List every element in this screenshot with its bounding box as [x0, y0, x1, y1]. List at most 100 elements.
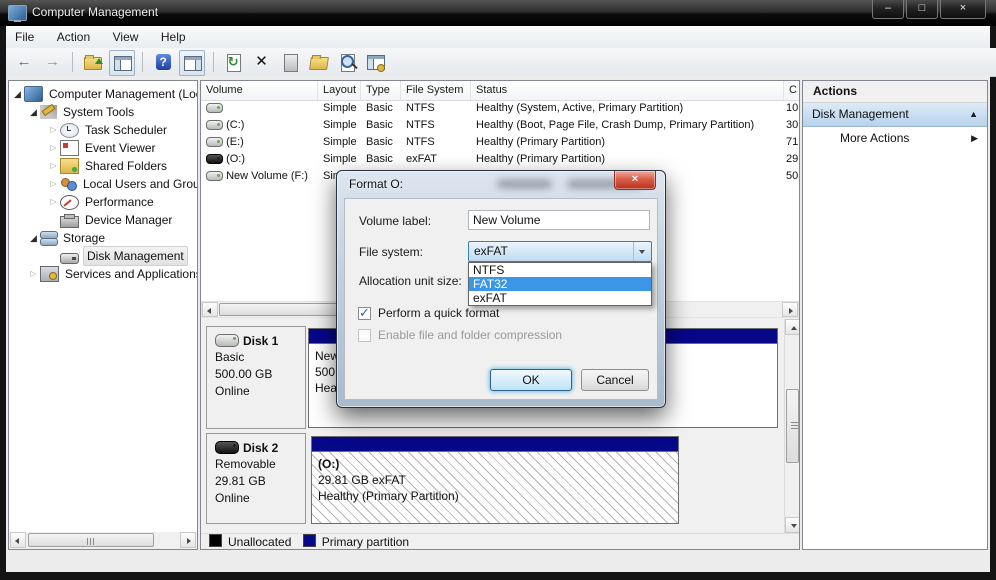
tree-item-performance[interactable]: ▷ Performance — [9, 193, 197, 211]
tree-item-shared-folders[interactable]: ▷ Shared Folders — [9, 157, 197, 175]
quick-format-checkbox-row[interactable]: ✓ Perform a quick format — [358, 305, 500, 320]
properties-button[interactable] — [278, 50, 302, 74]
menu-help[interactable]: Help — [152, 26, 195, 48]
collapse-icon[interactable]: ▲ — [969, 103, 978, 126]
volume-name: (O:) — [226, 153, 246, 165]
scroll-thumb[interactable] — [28, 533, 154, 547]
tree-expander-icon[interactable]: ▷ — [47, 175, 60, 193]
dropdown-option-fat32[interactable]: FAT32 — [469, 277, 651, 291]
tree-expander-icon[interactable]: ◢ — [11, 85, 24, 103]
volume-row[interactable]: (O:) Simple Basic exFAT Healthy (Primary… — [201, 151, 799, 168]
column-header-filesystem[interactable]: File System — [401, 81, 471, 100]
grip-icon — [791, 422, 798, 431]
refresh-button[interactable]: ↻ — [221, 50, 245, 74]
maximize-button[interactable]: □ — [906, 0, 938, 19]
submenu-arrow-icon: ▶ — [971, 133, 978, 143]
dialog-close-button[interactable]: × — [614, 171, 656, 190]
volume-status: Healthy (Boot, Page File, Crash Dump, Pr… — [476, 119, 755, 131]
help-button[interactable]: ? — [151, 50, 175, 74]
tree-expander-icon[interactable]: ▷ — [27, 265, 40, 283]
volume-capacity: 10 — [786, 102, 799, 114]
tree-expander-icon[interactable]: ▷ — [47, 139, 60, 157]
close-button[interactable]: × — [940, 0, 986, 19]
console-tree-pane: ◢ Computer Management (Local) ◢ System T… — [8, 80, 198, 550]
column-header-layout[interactable]: Layout — [318, 81, 361, 100]
tree-item-task-scheduler[interactable]: ▷ Task Scheduler — [9, 121, 197, 139]
menu-view[interactable]: View — [104, 26, 148, 48]
tree-item-event-viewer[interactable]: ▷ Event Viewer — [9, 139, 197, 157]
tree-expander-icon[interactable]: ◢ — [27, 229, 40, 247]
column-header-capacity[interactable]: C — [784, 81, 799, 100]
disk-state: Online — [215, 490, 250, 505]
scroll-right-button[interactable] — [180, 532, 196, 548]
show-console-tree-button[interactable] — [108, 50, 135, 76]
back-button[interactable]: ← — [12, 50, 36, 74]
tree-expander-icon[interactable]: ▷ — [47, 121, 60, 139]
disk2-label-box[interactable]: Disk 2 Removable 29.81 GB Online — [206, 433, 306, 524]
volume-label-input[interactable] — [468, 210, 650, 230]
delete-button[interactable]: ✕ — [250, 50, 274, 74]
legend-unallocated: Unallocated — [228, 535, 292, 549]
combobox-dropdown-button[interactable] — [633, 242, 651, 261]
dropdown-option-exfat[interactable]: exFAT — [469, 291, 651, 305]
scroll-down-button[interactable] — [785, 517, 799, 533]
menu-action[interactable]: Action — [48, 26, 99, 48]
disk1-label-box[interactable]: Disk 1 Basic 500.00 GB Online — [206, 326, 306, 429]
disk1-icon — [215, 334, 239, 348]
tree-expander-icon[interactable]: ▷ — [47, 193, 60, 211]
cancel-button[interactable]: Cancel — [581, 369, 649, 391]
shared-folders-icon — [60, 158, 79, 174]
column-header-status[interactable]: Status — [471, 81, 784, 100]
disk-kind: Removable — [215, 456, 276, 471]
scroll-thumb[interactable] — [219, 303, 341, 316]
scroll-thumb[interactable] — [786, 389, 799, 463]
actions-group-label: Disk Management — [812, 107, 909, 121]
tree-hscrollbar[interactable] — [9, 532, 197, 549]
system-tools-icon — [40, 105, 57, 119]
quick-format-label: Perform a quick format — [378, 306, 500, 320]
scroll-left-icon — [15, 538, 19, 544]
disk2-partition-body: (O:) 29.81 GB exFAT Healthy (Primary Par… — [312, 452, 678, 523]
volume-row[interactable]: (E:) Simple Basic NTFS Healthy (Primary … — [201, 134, 799, 151]
toolbar-separator — [142, 52, 144, 72]
find-button[interactable] — [335, 50, 359, 74]
more-actions-item[interactable]: More Actions ▶ — [803, 127, 987, 150]
tree-item-services-applications[interactable]: ▷ Services and Applications — [9, 265, 197, 283]
volume-row[interactable]: (C:) Simple Basic NTFS Healthy (Boot, Pa… — [201, 117, 799, 134]
actions-group-disk-management[interactable]: Disk Management ▲ — [803, 103, 987, 127]
settings-button[interactable] — [363, 50, 387, 74]
drive-icon — [206, 171, 223, 182]
column-header-volume[interactable]: Volume — [201, 81, 318, 100]
tree-item-storage[interactable]: ◢ Storage — [9, 229, 197, 247]
file-system-combobox[interactable]: exFAT — [468, 241, 652, 262]
scroll-right-button[interactable] — [782, 302, 798, 317]
scroll-up-button[interactable] — [785, 319, 799, 335]
disk2-partition[interactable]: (O:) 29.81 GB exFAT Healthy (Primary Par… — [311, 436, 679, 524]
tree-expander-icon[interactable]: ▷ — [47, 157, 60, 175]
up-one-level-button[interactable] — [80, 50, 104, 74]
dropdown-option-ntfs[interactable]: NTFS — [469, 263, 651, 277]
menu-file[interactable]: File — [6, 26, 43, 48]
tree-item-device-manager[interactable]: Device Manager — [9, 211, 197, 229]
scroll-left-button[interactable] — [10, 532, 26, 548]
volume-type: Basic — [366, 102, 393, 114]
volume-row[interactable]: Simple Basic NTFS Healthy (System, Activ… — [201, 100, 799, 117]
scroll-left-button[interactable] — [202, 302, 218, 317]
tree-item-system-tools[interactable]: ◢ System Tools — [9, 103, 197, 121]
compression-checkbox-row: Enable file and folder compression — [358, 328, 562, 342]
ok-button[interactable]: OK — [490, 369, 572, 391]
tree-item-label: Device Manager — [85, 213, 173, 227]
tree-item-disk-management[interactable]: Disk Management — [9, 246, 197, 266]
grip-icon — [87, 538, 96, 545]
unallocated-swatch-icon — [209, 534, 222, 547]
forward-button[interactable]: → — [40, 50, 64, 74]
tree-item-computer-management[interactable]: ◢ Computer Management (Local) — [9, 85, 197, 103]
column-header-type[interactable]: Type — [361, 81, 401, 100]
tree-expander-icon[interactable]: ◢ — [27, 103, 40, 121]
graph-vscrollbar[interactable] — [784, 319, 799, 533]
checkbox-checked-icon[interactable]: ✓ — [358, 305, 371, 320]
open-button[interactable] — [306, 50, 330, 74]
tree-item-local-users[interactable]: ▷ Local Users and Groups — [9, 175, 197, 193]
minimize-button[interactable]: – — [872, 0, 904, 19]
show-action-pane-button[interactable] — [179, 50, 206, 76]
